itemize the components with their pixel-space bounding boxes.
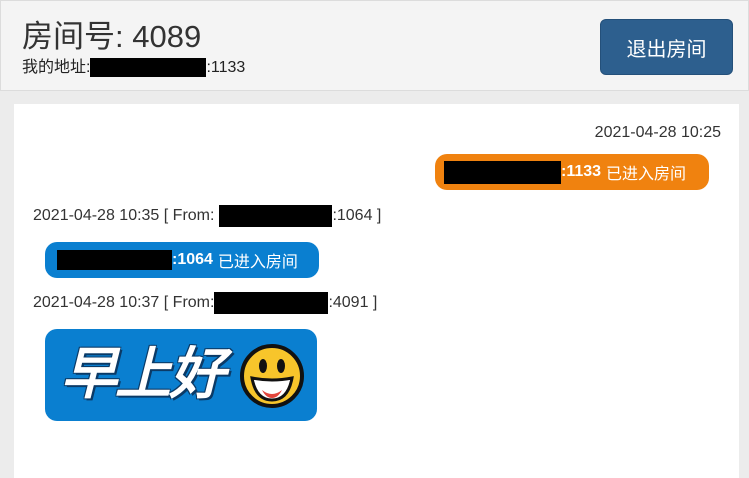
redacted-address: [90, 58, 207, 77]
system-message-bubble: :1064 已进入房间: [45, 242, 319, 278]
bubble-text: 已进入房间: [217, 254, 298, 271]
from-port: :4091 ]: [328, 294, 378, 311]
address-label: 我的地址:: [22, 58, 91, 76]
sticker-text: 早上好: [61, 342, 225, 405]
message-meta: 2021-04-28 10:37 [ From: :4091 ]: [33, 292, 377, 314]
message-meta: 2021-04-28 10:35 [ From: :1064 ]: [33, 205, 381, 227]
sticker-message: 早上好: [45, 329, 317, 421]
message-time-from: 2021-04-28 10:35 [ From:: [33, 207, 215, 224]
room-title: 房间号: 4089: [22, 19, 202, 54]
chat-panel: 2021-04-28 10:25 :1133 已进入房间 2021-04-28 …: [14, 104, 739, 478]
system-message-bubble: :1133 已进入房间: [435, 154, 709, 190]
redacted-address: [57, 250, 172, 270]
redacted-address: [214, 292, 329, 314]
message-time-from: 2021-04-28 10:37 [ From:: [33, 294, 215, 311]
bubble-port: :1133: [561, 163, 602, 180]
smiley-face-icon: [240, 344, 304, 408]
exit-room-button[interactable]: 退出房间: [600, 19, 733, 75]
message-timestamp: 2021-04-28 10:25: [594, 124, 721, 141]
bubble-port: :1064: [172, 251, 213, 268]
redacted-address: [444, 160, 561, 184]
address-port: :1133: [206, 58, 246, 76]
bubble-text: 已进入房间: [606, 166, 687, 183]
redacted-address: [219, 205, 333, 227]
my-address: 我的地址: :1133: [22, 58, 245, 77]
room-header: 房间号: 4089 我的地址: :1133 退出房间: [0, 0, 749, 91]
from-port: :1064 ]: [332, 207, 382, 224]
